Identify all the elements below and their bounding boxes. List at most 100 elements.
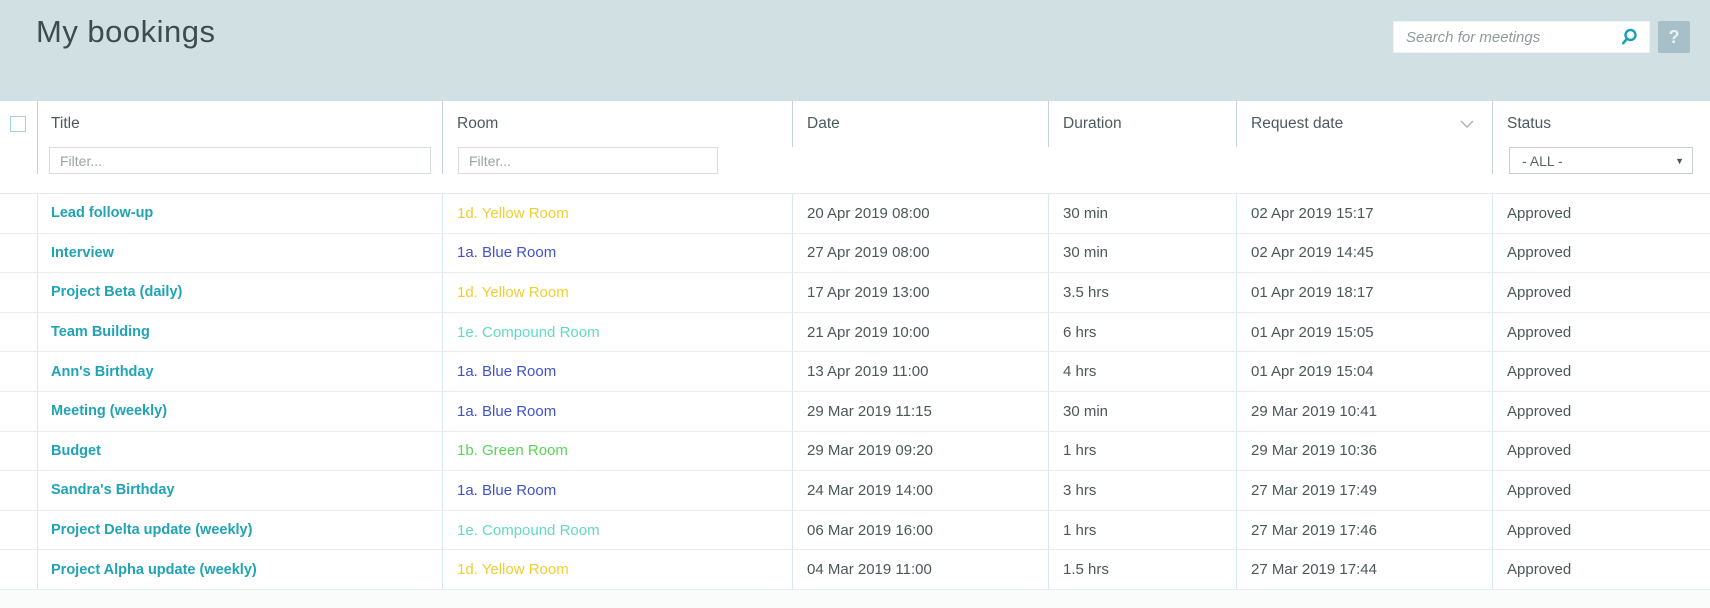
search-input[interactable] [1394,22,1619,52]
duration-cell: 1.5 hrs [1048,550,1236,589]
duration-cell: 3 hrs [1048,471,1236,510]
status-cell: Approved [1492,391,1710,431]
booking-title-link[interactable]: Project Delta update (weekly) [51,522,252,538]
status-cell: Approved [1492,352,1710,391]
request-date-cell: 27 Mar 2019 17:46 [1236,510,1492,550]
request-date-cell: 01 Apr 2019 18:17 [1236,273,1492,312]
table-row[interactable]: Interview 1a. Blue Room 27 Apr 2019 08:0… [0,233,1710,274]
room-filter-input[interactable] [458,147,718,174]
page-title: My bookings [36,14,216,49]
date-cell: 29 Mar 2019 11:15 [792,391,1048,431]
room-link[interactable]: 1e. Compound Room [457,522,600,539]
request-date-cell: 27 Mar 2019 17:49 [1236,471,1492,510]
help-button[interactable]: ? [1658,21,1690,53]
room-link[interactable]: 1d. Yellow Room [457,205,569,222]
booking-title-link[interactable]: Interview [51,245,114,261]
table-row[interactable]: Team Building 1e. Compound Room 21 Apr 2… [0,312,1710,353]
room-link[interactable]: 1a. Blue Room [457,363,556,380]
status-cell: Approved [1492,312,1710,352]
table-header: Title Room Date Duration Request date St… [0,101,1710,194]
room-link[interactable]: 1a. Blue Room [457,482,556,499]
status-cell: Approved [1492,233,1710,273]
row-checkbox-cell [0,511,37,550]
table-row[interactable]: Ann's Birthday 1a. Blue Room 13 Apr 2019… [0,352,1710,392]
table-row[interactable]: Project Beta (daily) 1d. Yellow Room 17 … [0,273,1710,313]
status-cell: Approved [1492,273,1710,312]
title-filter-input[interactable] [49,147,431,174]
status-cell: Approved [1492,431,1710,471]
date-cell: 20 Apr 2019 08:00 [792,194,1048,233]
date-cell: 27 Apr 2019 08:00 [792,233,1048,273]
date-cell: 29 Mar 2019 09:20 [792,431,1048,471]
column-header-status[interactable]: Status [1507,115,1551,133]
dropdown-caret-icon: ▼ [1675,155,1684,166]
booking-title-link[interactable]: Lead follow-up [51,205,153,221]
booking-title-link[interactable]: Team Building [51,324,150,340]
request-date-cell: 01 Apr 2019 15:05 [1236,312,1492,352]
status-cell: Approved [1492,471,1710,510]
duration-cell: 30 min [1048,194,1236,233]
table-body: Lead follow-up 1d. Yellow Room 20 Apr 20… [0,194,1710,590]
duration-cell: 6 hrs [1048,312,1236,352]
row-checkbox-cell [0,471,37,510]
request-date-cell: 29 Mar 2019 10:36 [1236,431,1492,471]
request-date-cell: 02 Apr 2019 15:17 [1236,194,1492,233]
date-cell: 17 Apr 2019 13:00 [792,273,1048,312]
column-header-title[interactable]: Title [51,115,80,133]
request-date-cell: 02 Apr 2019 14:45 [1236,233,1492,273]
column-header-date[interactable]: Date [807,115,840,133]
filter-row: - ALL - ▼ [0,147,1710,193]
duration-cell: 30 min [1048,391,1236,431]
table-row[interactable]: Project Alpha update (weekly) 1d. Yellow… [0,550,1710,590]
booking-title-link[interactable]: Ann's Birthday [51,364,154,380]
status-cell: Approved [1492,194,1710,233]
row-checkbox-cell [0,313,37,352]
date-cell: 13 Apr 2019 11:00 [792,352,1048,391]
page-footer [0,589,1710,608]
search-icon[interactable] [1619,27,1649,47]
duration-cell: 1 hrs [1048,431,1236,471]
room-link[interactable]: 1e. Compound Room [457,324,600,341]
booking-title-link[interactable]: Budget [51,443,101,459]
table-row[interactable]: Meeting (weekly) 1a. Blue Room 29 Mar 20… [0,391,1710,432]
room-link[interactable]: 1b. Green Room [457,442,568,459]
row-checkbox-cell [0,352,37,391]
duration-cell: 3.5 hrs [1048,273,1236,312]
table-row[interactable]: Lead follow-up 1d. Yellow Room 20 Apr 20… [0,194,1710,234]
booking-title-link[interactable]: Sandra's Birthday [51,482,175,498]
duration-cell: 4 hrs [1048,352,1236,391]
table-row[interactable]: Sandra's Birthday 1a. Blue Room 24 Mar 2… [0,471,1710,511]
request-date-cell: 29 Mar 2019 10:41 [1236,391,1492,431]
row-checkbox-cell [0,234,37,273]
search-box[interactable] [1393,21,1650,53]
select-all-checkbox[interactable] [10,116,26,132]
row-checkbox-cell [0,432,37,471]
booking-title-link[interactable]: Project Alpha update (weekly) [51,562,257,578]
request-date-cell: 27 Mar 2019 17:44 [1236,550,1492,589]
booking-title-link[interactable]: Meeting (weekly) [51,403,167,419]
room-link[interactable]: 1a. Blue Room [457,244,556,261]
status-cell: Approved [1492,550,1710,589]
room-link[interactable]: 1d. Yellow Room [457,284,569,301]
column-header-duration[interactable]: Duration [1063,115,1122,133]
date-cell: 06 Mar 2019 16:00 [792,510,1048,550]
row-checkbox-cell [0,194,37,233]
page-header: My bookings ? [0,0,1710,101]
row-checkbox-cell [0,550,37,589]
table-row[interactable]: Project Delta update (weekly) 1e. Compou… [0,510,1710,551]
row-checkbox-cell [0,392,37,431]
row-checkbox-cell [0,273,37,312]
status-filter-value: - ALL - [1522,152,1563,169]
column-header-room[interactable]: Room [457,115,498,133]
column-header-request-date[interactable]: Request date [1251,115,1343,133]
room-link[interactable]: 1a. Blue Room [457,403,556,420]
my-bookings-page: My bookings ? Title Room Date [0,0,1710,608]
date-cell: 21 Apr 2019 10:00 [792,312,1048,352]
booking-title-link[interactable]: Project Beta (daily) [51,284,182,300]
column-header-row: Title Room Date Duration Request date St… [0,101,1710,147]
room-link[interactable]: 1d. Yellow Room [457,561,569,578]
sort-chevron-down-icon[interactable] [1460,120,1474,128]
table-row[interactable]: Budget 1b. Green Room 29 Mar 2019 09:20 … [0,431,1710,472]
duration-cell: 30 min [1048,233,1236,273]
status-filter-select[interactable]: - ALL - ▼ [1509,147,1693,174]
